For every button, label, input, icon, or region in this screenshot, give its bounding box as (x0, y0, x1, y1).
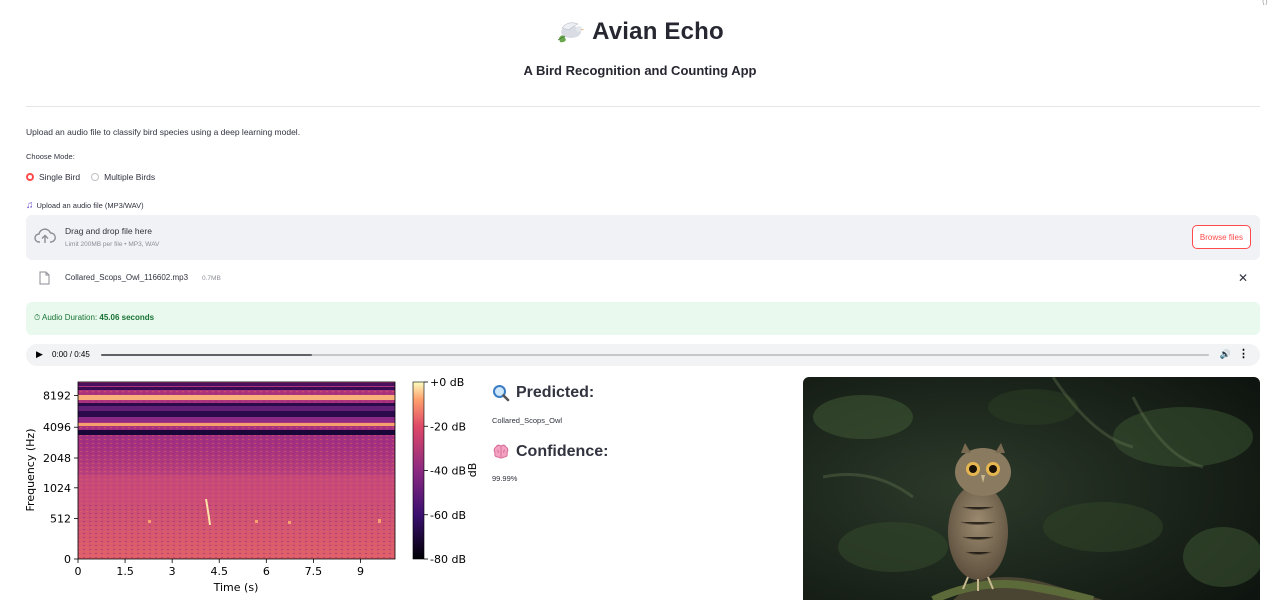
x-tick-label: 6 (263, 565, 270, 578)
colorbar-tick-label: +0 dB (430, 376, 464, 389)
dove-icon (557, 22, 585, 43)
spectrogram-chart: 8192 4096 2048 1024 512 0 0 1.5 3 4.5 6 7.5 9 Frequ… (24, 376, 479, 594)
music-note-icon: ♫ (26, 200, 34, 211)
x-tick-label: 4.5 (210, 565, 228, 578)
spectrogram-plot-area (77, 381, 396, 560)
seek-bar[interactable] (101, 354, 1209, 356)
x-axis: 0 1.5 3 4.5 6 7.5 9 (75, 559, 364, 578)
predicted-title: Predicted: (516, 384, 595, 401)
colorbar-tick-label: -40 dB (430, 465, 466, 478)
x-axis-label: Time (s) (213, 581, 259, 594)
description-text: Upload an audio file to classify bird sp… (26, 127, 301, 137)
y-tick-label: 4096 (43, 421, 71, 434)
y-tick-label: 512 (50, 513, 71, 526)
uploader-label: ♫ Upload an audio file (MP3/WAV) (26, 200, 144, 211)
bird-photo (803, 377, 1260, 600)
app-header: Avian Echo (0, 18, 1280, 46)
play-icon[interactable]: ▶ (36, 349, 43, 360)
radio-multiple-birds[interactable]: Multiple Birds (91, 172, 155, 182)
more-options-icon[interactable]: ⋮ (1238, 347, 1249, 360)
confidence-title: Confidence: (516, 443, 609, 460)
x-tick-label: 0 (75, 565, 82, 578)
y-tick-label: 2048 (43, 452, 71, 465)
file-size: 0.7MB (202, 275, 221, 282)
x-tick-label: 3 (169, 565, 176, 578)
page-subtitle: A Bird Recognition and Counting App (523, 63, 757, 78)
mode-label: Choose Mode: (26, 152, 75, 161)
magnifier-icon (493, 385, 510, 402)
radio-selected-icon (26, 173, 34, 181)
predicted-species: Collared_Scops_Owl (492, 416, 563, 425)
colorbar-tick-label: -20 dB (430, 420, 466, 433)
seek-bar-progress (101, 354, 312, 356)
cloud-upload-icon (34, 228, 56, 243)
mode-radio-group: Single Bird Multiple Birds (26, 172, 166, 182)
colorbar-ticks: +0 dB -20 dB -40 dB -60 dB -80 dB (424, 376, 466, 566)
y-axis-label: Frequency (Hz) (24, 429, 37, 512)
page-title: Avian Echo (592, 18, 724, 45)
duration-value: 45.06 seconds (99, 313, 155, 322)
radio-single-bird[interactable]: Single Bird (26, 172, 80, 182)
x-tick-label: 9 (357, 565, 364, 578)
radio-unselected-icon (91, 173, 100, 181)
duration-text: ⏱ Audio Duration: 45.06 seconds (34, 313, 154, 323)
colorbar-label: dB (466, 463, 479, 478)
volume-icon[interactable]: 🔊 (1220, 349, 1231, 360)
colorbar (412, 381, 425, 560)
colorbar-tick-label: -60 dB (430, 509, 466, 522)
remove-file-close-icon[interactable]: ✕ (1238, 271, 1248, 285)
confidence-heading: Confidence: (492, 443, 608, 461)
uploaded-file-row: Collared_Scops_Owl_116602.mp3 0.7MB ✕ (26, 268, 1260, 290)
dropzone-limit-text: Limit 200MB per file • MP3, WAV (65, 241, 160, 248)
file-dropzone[interactable]: Drag and drop file here Limit 200MB per … (26, 215, 1260, 260)
status-indicator: ⟨⟩ (1261, 0, 1268, 6)
radio-label: Multiple Birds (104, 172, 156, 182)
divider (26, 106, 1260, 107)
duration-alert: ⏱ Audio Duration: 45.06 seconds (26, 302, 1260, 335)
prediction-panel: Predicted: Collared_Scops_Owl Confidence… (492, 384, 608, 483)
confidence-value: 99.99% (492, 474, 518, 483)
y-tick-label: 0 (64, 553, 71, 566)
dropzone-text: Drag and drop file here (65, 226, 152, 236)
brain-icon (493, 444, 509, 459)
browse-files-button[interactable]: Browse files (1191, 225, 1251, 249)
audio-player: ▶ 0:00 / 0:45 🔊 ⋮ (26, 344, 1260, 366)
x-tick-label: 1.5 (116, 565, 134, 578)
x-tick-label: 7.5 (305, 565, 323, 578)
file-name: Collared_Scops_Owl_116602.mp3 (65, 273, 189, 282)
y-axis: 8192 4096 2048 1024 512 0 (43, 389, 78, 566)
y-tick-label: 8192 (43, 389, 71, 402)
player-time: 0:00 / 0:45 (52, 350, 90, 359)
duration-prefix: ⏱ Audio Duration: (34, 313, 100, 322)
y-tick-label: 1024 (43, 482, 71, 495)
radio-label: Single Bird (39, 172, 81, 182)
colorbar-tick-label: -80 dB (430, 553, 466, 566)
file-icon (39, 271, 50, 285)
uploader-label-text: Upload an audio file (MP3/WAV) (36, 201, 144, 210)
predicted-heading: Predicted: (492, 384, 608, 402)
